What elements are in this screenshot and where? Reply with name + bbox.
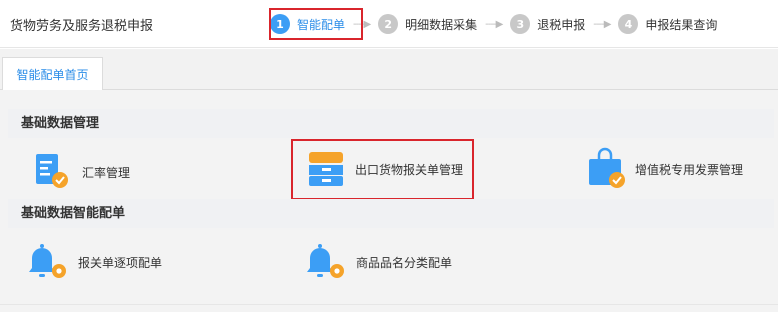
- menu-item-vat-invoice[interactable]: 增值税专用发票管理: [585, 147, 743, 191]
- selected-item-highlight: [291, 139, 474, 200]
- step-number: 2: [378, 14, 399, 34]
- menu-item-label: 汇率管理: [82, 165, 131, 180]
- vat-invoice-bag-icon: [589, 147, 625, 188]
- bell-gear-icon: [307, 244, 344, 278]
- menu-item-label: 商品品名分类配单: [356, 255, 453, 270]
- step-label: 退税申报: [537, 17, 586, 32]
- step-result-query[interactable]: 4 申报结果查询: [618, 14, 717, 34]
- menu-item-category-matching[interactable]: 商品品名分类配单: [306, 240, 452, 284]
- step-number: 3: [510, 14, 531, 34]
- step-tax-refund-declaration[interactable]: 3 退税申报: [510, 14, 585, 34]
- step-detail-collection[interactable]: 2 明细数据采集: [378, 14, 477, 34]
- section-title-smart-matching: 基础数据智能配单: [8, 199, 774, 228]
- exchange-rate-doc-icon: [36, 154, 68, 188]
- top-header: 货物劳务及服务退税申报 1 智能配单 ----▶ 2 明细数据采集 ----▶ …: [0, 0, 778, 48]
- app-title: 货物劳务及服务退税申报: [10, 19, 154, 34]
- arrow-right-icon: ----▶: [485, 18, 503, 30]
- bell-gear-icon: [29, 244, 66, 278]
- step-label: 明细数据采集: [405, 17, 478, 32]
- step-label: 申报结果查询: [645, 17, 718, 32]
- menu-item-label: 报关单逐项配单: [78, 255, 163, 270]
- bottom-divider: [0, 304, 778, 312]
- menu-item-exchange-rate[interactable]: 汇率管理: [32, 150, 130, 194]
- step-number: 4: [618, 14, 639, 34]
- active-step-highlight: [269, 8, 363, 40]
- tab-smart-matching-home[interactable]: 智能配单首页: [2, 57, 103, 91]
- menu-item-item-by-item-matching[interactable]: 报关单逐项配单: [28, 240, 162, 284]
- arrow-right-icon: ----▶: [593, 18, 611, 30]
- tab-bar: 智能配单首页: [0, 49, 778, 91]
- menu-item-label: 增值税专用发票管理: [635, 162, 744, 177]
- section-title-basic-data: 基础数据管理: [8, 109, 774, 138]
